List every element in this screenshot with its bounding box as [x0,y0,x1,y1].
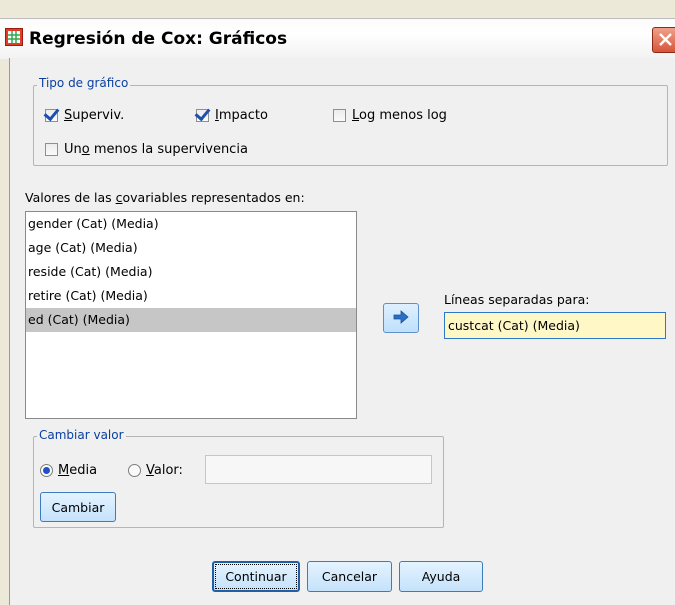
list-item[interactable]: age (Cat) (Media) [26,236,356,260]
log-minus-log-checkbox[interactable]: Log menos log [333,108,447,123]
one-minus-survival-checkbox-box[interactable] [45,143,58,156]
help-button[interactable]: Ayuda [399,561,483,592]
list-item[interactable]: ed (Cat) (Media) [26,308,356,332]
arrow-right-icon [392,309,410,328]
covariates-list[interactable]: gender (Cat) (Media) age (Cat) (Media) r… [25,211,357,419]
one-minus-survival-label: Uno menos la supervivencia [64,142,248,157]
cancel-button[interactable]: Cancelar [307,561,392,592]
log-minus-log-checkbox-box[interactable] [333,109,346,122]
list-item[interactable]: retire (Cat) (Media) [26,284,356,308]
mean-radio[interactable]: Media [40,463,97,478]
hazard-checkbox[interactable]: Impacto [196,108,268,123]
log-minus-log-label: Log menos log [352,108,447,123]
list-item[interactable]: gender (Cat) (Media) [26,212,356,236]
plot-type-legend: Tipo de gráfico [37,76,131,90]
mean-radio-label: Media [58,463,98,478]
spss-table-icon [5,28,23,46]
title-bar[interactable]: Regresión de Cox: Gráficos [0,18,675,59]
change-value-legend: Cambiar valor [37,428,126,442]
value-input[interactable] [205,455,432,484]
survival-checkbox-box[interactable] [45,109,58,122]
move-right-button[interactable] [383,303,419,333]
list-item[interactable]: reside (Cat) (Media) [26,260,356,284]
hazard-label: Impacto [215,108,268,123]
covariates-label: Valores de las covariables representados… [25,190,305,205]
one-minus-survival-checkbox[interactable]: Uno menos la supervivencia [45,142,248,157]
survival-label: Superviv. [64,108,125,123]
survival-checkbox[interactable]: Superviv. [45,108,124,123]
dialog-window: Regresión de Cox: Gráficos Tipo de gráfi… [0,0,675,605]
mean-radio-dot[interactable] [40,464,53,477]
value-radio-dot[interactable] [128,464,141,477]
window-title: Regresión de Cox: Gráficos [29,29,288,49]
close-icon[interactable] [652,27,675,53]
continue-button[interactable]: Continuar [212,561,300,592]
separate-lines-label: Líneas separadas para: [444,292,590,307]
value-radio[interactable]: Valor: [128,463,183,478]
separate-lines-field[interactable]: custcat (Cat) (Media) [444,312,666,339]
hazard-checkbox-box[interactable] [196,109,209,122]
value-radio-label: Valor: [146,463,183,478]
change-button[interactable]: Cambiar [40,492,116,522]
